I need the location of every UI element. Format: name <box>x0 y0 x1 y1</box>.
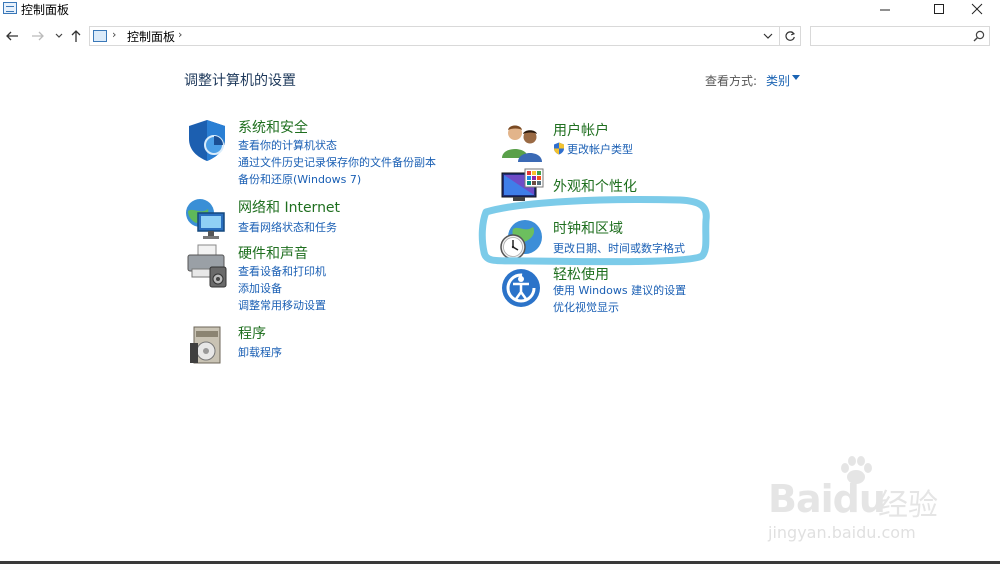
minimize-icon <box>880 9 890 11</box>
category-clock-region: 时钟和区域 更改日期、时间或数字格式 <box>499 217 799 261</box>
watermark-brand-part1: Bai <box>768 477 834 521</box>
forward-button[interactable] <box>29 26 47 46</box>
link-add-device[interactable]: 添加设备 <box>238 280 282 296</box>
category-title[interactable]: 系统和安全 <box>238 117 308 137</box>
link-view-computer-status[interactable]: 查看你的计算机状态 <box>238 137 337 153</box>
programs-icon <box>190 326 221 364</box>
breadcrumb-separator[interactable]: › <box>178 28 182 41</box>
navigation-bar: › 控制面板 › <box>0 24 1000 48</box>
watermark-cn: 经验 <box>878 488 938 523</box>
close-icon <box>971 3 983 15</box>
link-mobility-settings[interactable]: 调整常用移动设置 <box>238 297 326 313</box>
breadcrumb-control-panel[interactable]: 控制面板 <box>127 28 175 45</box>
category-title[interactable]: 轻松使用 <box>553 264 609 284</box>
arrow-up-icon <box>71 30 81 42</box>
uac-shield-icon <box>554 142 564 155</box>
category-title[interactable]: 网络和 Internet <box>238 197 340 217</box>
link-uninstall-program[interactable]: 卸载程序 <box>238 344 282 360</box>
view-by-dropdown[interactable]: 类别 <box>766 72 790 89</box>
recent-locations-button[interactable] <box>50 26 68 46</box>
close-button[interactable] <box>954 0 1000 22</box>
watermark-url: jingyan.baidu.com <box>768 523 916 542</box>
control-panel-icon <box>93 30 107 42</box>
chevron-down-icon <box>55 33 63 38</box>
watermark-brand: Baidu <box>768 477 886 521</box>
link-file-history[interactable]: 通过文件历史记录保存你的文件备份副本 <box>238 154 436 170</box>
link-network-status[interactable]: 查看网络状态和任务 <box>238 219 337 235</box>
ease-of-access-icon <box>502 269 540 307</box>
link-devices-printers[interactable]: 查看设备和打印机 <box>238 263 326 279</box>
address-bar[interactable]: › 控制面板 › <box>89 26 801 46</box>
category-title[interactable]: 硬件和声音 <box>238 243 308 263</box>
maximize-icon <box>934 4 944 14</box>
shield-icon <box>189 120 225 161</box>
users-icon <box>502 125 542 162</box>
view-by-label: 查看方式: <box>705 74 758 88</box>
refresh-icon <box>785 31 796 41</box>
printer-icon <box>187 244 227 288</box>
baidu-watermark: Baidu 经验 jingyan.baidu.com <box>760 455 960 545</box>
page-title: 调整计算机的设置 <box>184 73 296 89</box>
category-title[interactable]: 时钟和区域 <box>553 218 623 238</box>
refresh-button[interactable] <box>779 27 800 45</box>
category-programs: 程序 卸载程序 <box>184 323 484 364</box>
link-recommended-settings[interactable]: 使用 Windows 建议的设置 <box>553 282 686 298</box>
link-backup-restore[interactable]: 备份和还原(Windows 7) <box>238 171 361 187</box>
control-panel-icon <box>3 2 17 14</box>
breadcrumb-separator[interactable]: › <box>112 28 116 41</box>
address-dropdown-button[interactable] <box>760 27 776 45</box>
minimize-button[interactable] <box>862 0 908 22</box>
network-globe-icon <box>186 199 225 239</box>
link-optimize-visual[interactable]: 优化视觉显示 <box>553 299 619 315</box>
category-ease-of-access: 轻松使用 使用 Windows 建议的设置 优化视觉显示 <box>499 264 799 314</box>
back-button[interactable] <box>3 26 21 46</box>
category-network-internet: 网络和 Internet 查看网络状态和任务 <box>184 197 484 239</box>
search-icon <box>973 30 985 42</box>
appearance-icon <box>501 168 544 201</box>
window-title: 控制面板 <box>21 3 70 17</box>
category-user-accounts: 用户帐户 更改帐户类型 <box>499 120 799 162</box>
title-bar: 控制面板 <box>0 0 1000 22</box>
dropdown-arrow-icon[interactable] <box>792 75 800 80</box>
chevron-down-icon <box>763 33 773 39</box>
category-system-security: 系统和安全 查看你的计算机状态 通过文件历史记录保存你的文件备份副本 备份和还原… <box>184 117 484 187</box>
link-change-date-time-format[interactable]: 更改日期、时间或数字格式 <box>553 240 685 256</box>
link-change-account-type[interactable]: 更改帐户类型 <box>553 141 633 157</box>
up-button[interactable] <box>67 26 85 46</box>
category-appearance: 外观和个性化 <box>499 167 799 207</box>
clock-globe-icon <box>500 220 542 260</box>
category-title[interactable]: 外观和个性化 <box>553 176 637 196</box>
link-label[interactable]: 更改帐户类型 <box>567 143 633 156</box>
search-input[interactable] <box>810 26 990 46</box>
arrow-left-icon <box>6 31 18 41</box>
category-hardware-sound: 硬件和声音 查看设备和打印机 添加设备 调整常用移动设置 <box>184 243 484 313</box>
category-title[interactable]: 用户帐户 <box>553 120 609 140</box>
category-title[interactable]: 程序 <box>238 323 266 343</box>
arrow-right-icon <box>32 31 44 41</box>
